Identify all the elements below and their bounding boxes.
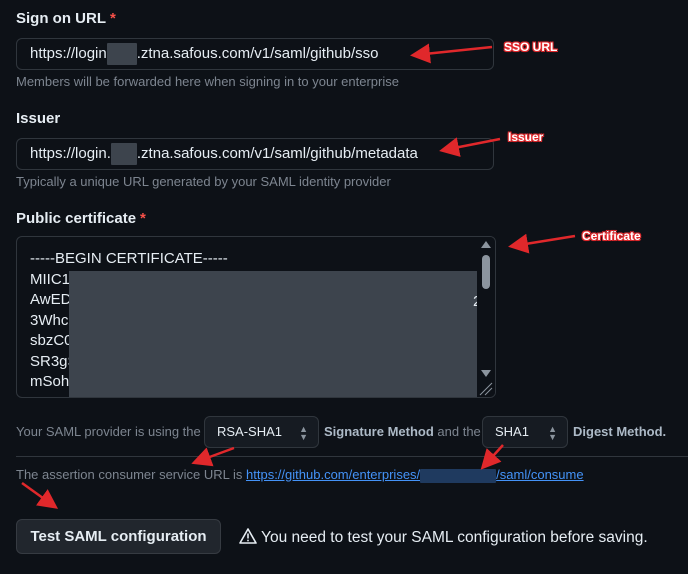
annotation-arrow [191,446,235,467]
annotation-arrow [21,481,59,509]
annotation-certificate: Certificate [582,229,641,243]
annotation-arrow [439,137,501,157]
annotation-arrows [21,43,576,509]
annotation-arrow [410,43,493,64]
annotation-arrow [508,233,576,254]
annotation-sso-url: SSO URL [504,40,558,54]
annotation-arrow [480,444,504,470]
annotation-issuer: Issuer [508,130,544,144]
